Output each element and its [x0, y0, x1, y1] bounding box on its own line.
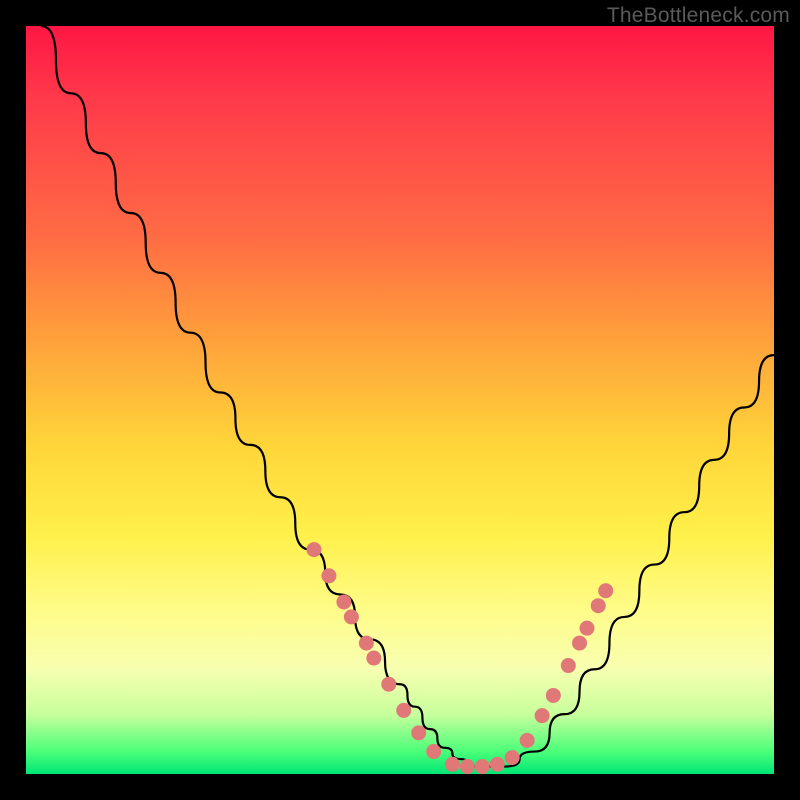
scatter-dot: [520, 733, 535, 748]
scatter-dot: [445, 757, 460, 772]
scatter-dot: [344, 609, 359, 624]
scatter-dot: [359, 636, 374, 651]
scatter-dot: [572, 636, 587, 651]
scatter-dot: [381, 677, 396, 692]
scatter-dot: [336, 594, 351, 609]
scatter-dot: [475, 759, 490, 774]
scatter-dot: [306, 542, 321, 557]
scatter-dot: [426, 744, 441, 759]
scatter-dots: [306, 542, 613, 774]
scatter-dot: [411, 725, 426, 740]
scatter-dot: [535, 708, 550, 723]
watermark-text: TheBottleneck.com: [607, 4, 790, 28]
scatter-dot: [580, 621, 595, 636]
scatter-dot: [366, 651, 381, 666]
scatter-dot: [598, 583, 613, 598]
scatter-dot: [490, 757, 505, 772]
chart-stage: TheBottleneck.com: [0, 0, 800, 800]
bottleneck-curve: [41, 26, 774, 767]
scatter-dot: [460, 759, 475, 774]
scatter-dot: [396, 703, 411, 718]
scatter-dot: [561, 658, 576, 673]
scatter-dot: [546, 688, 561, 703]
scatter-dot: [591, 598, 606, 613]
plot-area: [26, 26, 774, 774]
curve-layer: [26, 26, 774, 774]
scatter-dot: [321, 568, 336, 583]
scatter-dot: [505, 750, 520, 765]
